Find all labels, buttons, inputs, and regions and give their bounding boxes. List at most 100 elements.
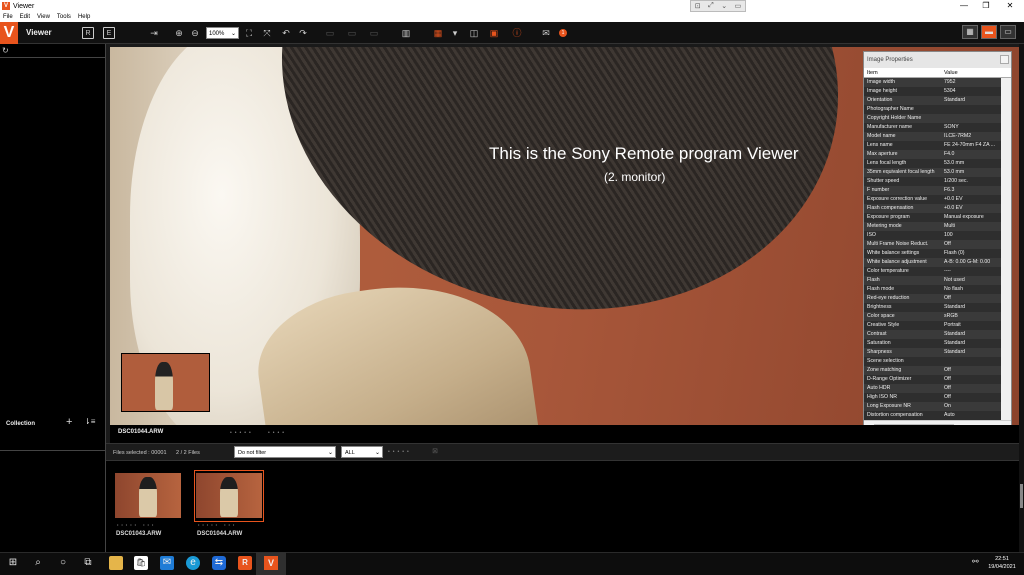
- search-icon[interactable]: ⌕: [31, 556, 45, 570]
- start-icon[interactable]: ⊞: [6, 556, 20, 570]
- viewer-app-taskbar-icon[interactable]: V: [264, 556, 278, 570]
- property-row[interactable]: Color space sRGB: [864, 312, 1011, 321]
- properties-vertical-scrollbar[interactable]: [1001, 78, 1011, 420]
- edit-app-icon[interactable]: E: [103, 27, 115, 39]
- compare-sync-icon[interactable]: ▭: [346, 27, 358, 39]
- menu-file[interactable]: File: [3, 14, 13, 20]
- grid-dropdown-icon[interactable]: ▾: [449, 27, 461, 39]
- remote-collapse-icon[interactable]: ⌄: [721, 2, 727, 10]
- zoom-select[interactable]: 100% ⌄: [206, 27, 239, 39]
- compare-4-icon[interactable]: ▭: [368, 27, 380, 39]
- property-row[interactable]: Lens name FE 24-70mm F4 ZA ...: [864, 141, 1011, 150]
- property-row[interactable]: Saturation Standard: [864, 339, 1011, 348]
- menu-help[interactable]: Help: [78, 14, 90, 20]
- rating-filter-select[interactable]: ALL ⌄: [341, 446, 383, 458]
- property-row[interactable]: White balance adjustment A-B: 0.00 G-M: 0…: [864, 258, 1011, 267]
- property-row[interactable]: Flash compensation +0.0 EV: [864, 204, 1011, 213]
- property-row[interactable]: Auto HDR Off: [864, 384, 1011, 393]
- rotate-right-icon[interactable]: ↷: [297, 27, 309, 39]
- thumbnail-rating-dots[interactable]: ••••• •••: [117, 522, 156, 527]
- single-view-button[interactable]: ▬: [981, 25, 997, 39]
- property-row[interactable]: F number F6.3: [864, 186, 1011, 195]
- info-icon[interactable]: ⓘ: [511, 27, 523, 39]
- compare-2-icon[interactable]: ▭: [324, 27, 336, 39]
- property-row[interactable]: Brightness Standard: [864, 303, 1011, 312]
- thumbnail-image[interactable]: [196, 473, 262, 518]
- property-row[interactable]: Red-eye reduction Off: [864, 294, 1011, 303]
- rating-dots[interactable]: •••••: [230, 430, 254, 436]
- peaking-icon[interactable]: ◫: [468, 27, 480, 39]
- property-row[interactable]: Lens focal length 53.0 mm: [864, 159, 1011, 168]
- mail-app-icon[interactable]: ✉: [160, 556, 174, 570]
- property-row[interactable]: D-Range Optimizer Off: [864, 375, 1011, 384]
- property-row[interactable]: Model name ILCE-7RM2: [864, 132, 1011, 141]
- property-row[interactable]: Flash mode No flash: [864, 285, 1011, 294]
- image-display-icon[interactable]: ▣: [488, 27, 500, 39]
- property-row[interactable]: Image width 7952: [864, 78, 1011, 87]
- properties-close-button[interactable]: [1000, 55, 1009, 64]
- property-row[interactable]: Flash Not used: [864, 276, 1011, 285]
- property-row[interactable]: White balance settings Flash (0): [864, 249, 1011, 258]
- color-label-dots[interactable]: ••••: [268, 430, 287, 436]
- taskbar-clock[interactable]: 22:51 19/04/2021: [983, 555, 1021, 571]
- filmstrip-scrollbar[interactable]: [1019, 44, 1024, 552]
- refresh-icon[interactable]: ↻: [2, 46, 9, 55]
- navigator-thumbnail[interactable]: [121, 353, 210, 412]
- property-row[interactable]: Exposure correction value +0.0 EV: [864, 195, 1011, 204]
- maximize-button[interactable]: ❐: [974, 0, 998, 12]
- property-row[interactable]: Color temperature ----: [864, 267, 1011, 276]
- cortana-icon[interactable]: ○: [56, 556, 70, 570]
- property-row[interactable]: Sharpness Standard: [864, 348, 1011, 357]
- teamviewer-icon[interactable]: ⇆: [212, 556, 226, 570]
- remote-app-icon[interactable]: R: [82, 27, 94, 39]
- remote-screen-icon[interactable]: ⊡: [695, 2, 701, 10]
- add-collection-icon[interactable]: +: [66, 416, 72, 428]
- properties-list[interactable]: Image width 7952 Image height 5304 Orientati…: [864, 78, 1011, 420]
- edge-icon[interactable]: e: [186, 556, 200, 570]
- list-view-button[interactable]: ▭: [1000, 25, 1016, 39]
- rotate-left-icon[interactable]: ↶: [280, 27, 292, 39]
- fit-screen-icon[interactable]: ⛶: [243, 27, 255, 39]
- mail-icon[interactable]: ✉: [540, 27, 552, 39]
- grid-overlay-icon[interactable]: ▦: [432, 27, 444, 39]
- property-row[interactable]: High ISO NR Off: [864, 393, 1011, 402]
- property-row[interactable]: Copyright Holder Name: [864, 114, 1011, 123]
- property-row[interactable]: Scene selection: [864, 357, 1011, 366]
- filter-select[interactable]: Do not filter ⌄: [234, 446, 336, 458]
- minimize-button[interactable]: —: [952, 0, 976, 12]
- remote-fullscreen-icon[interactable]: ⤢: [708, 2, 714, 10]
- menu-tools[interactable]: Tools: [57, 14, 71, 20]
- task-view-icon[interactable]: ⧉: [81, 556, 95, 570]
- thumbnail-rating-dots[interactable]: ••••• •••: [198, 522, 237, 527]
- grid-view-button[interactable]: ▦: [962, 25, 978, 39]
- menu-edit[interactable]: Edit: [20, 14, 30, 20]
- split-view-icon[interactable]: ▥: [400, 27, 412, 39]
- property-row[interactable]: Max aperture F4.0: [864, 150, 1011, 159]
- property-row[interactable]: Multi Frame Noise Reduct. Off: [864, 240, 1011, 249]
- color-filter-dots[interactable]: •••••: [388, 449, 412, 455]
- network-tray-icon[interactable]: ⚯: [972, 557, 979, 566]
- actual-size-icon[interactable]: ⤧: [261, 27, 273, 39]
- close-button[interactable]: ✕: [998, 0, 1022, 12]
- sort-collection-icon[interactable]: ⇂≡: [84, 417, 95, 426]
- zoom-in-icon[interactable]: ⊕: [173, 27, 185, 39]
- property-row[interactable]: 35mm equivalent focal length 53.0 mm: [864, 168, 1011, 177]
- property-row[interactable]: Manufacturer name SONY: [864, 123, 1011, 132]
- remote-monitor-icon[interactable]: ▭: [735, 2, 742, 10]
- property-row[interactable]: Image height 5304: [864, 87, 1011, 96]
- file-explorer-icon[interactable]: [109, 556, 123, 570]
- store-icon[interactable]: 🛍: [134, 556, 148, 570]
- property-row[interactable]: Zone matching Off: [864, 366, 1011, 375]
- property-row[interactable]: Contrast Standard: [864, 330, 1011, 339]
- remote-app-taskbar-icon[interactable]: R: [238, 556, 252, 570]
- menu-view[interactable]: View: [37, 14, 50, 20]
- property-row[interactable]: Metering mode Multi: [864, 222, 1011, 231]
- property-row[interactable]: Shutter speed 1/200 sec.: [864, 177, 1011, 186]
- property-row[interactable]: Long Exposure NR On: [864, 402, 1011, 411]
- property-row[interactable]: Distortion compensation Auto: [864, 411, 1011, 420]
- property-row[interactable]: ISO 100: [864, 231, 1011, 240]
- scrollbar-thumb[interactable]: [1020, 484, 1023, 508]
- thumbnail-image[interactable]: [115, 473, 181, 518]
- clear-filter-icon[interactable]: ⊠: [429, 446, 441, 458]
- property-row[interactable]: Exposure program Manual exposure: [864, 213, 1011, 222]
